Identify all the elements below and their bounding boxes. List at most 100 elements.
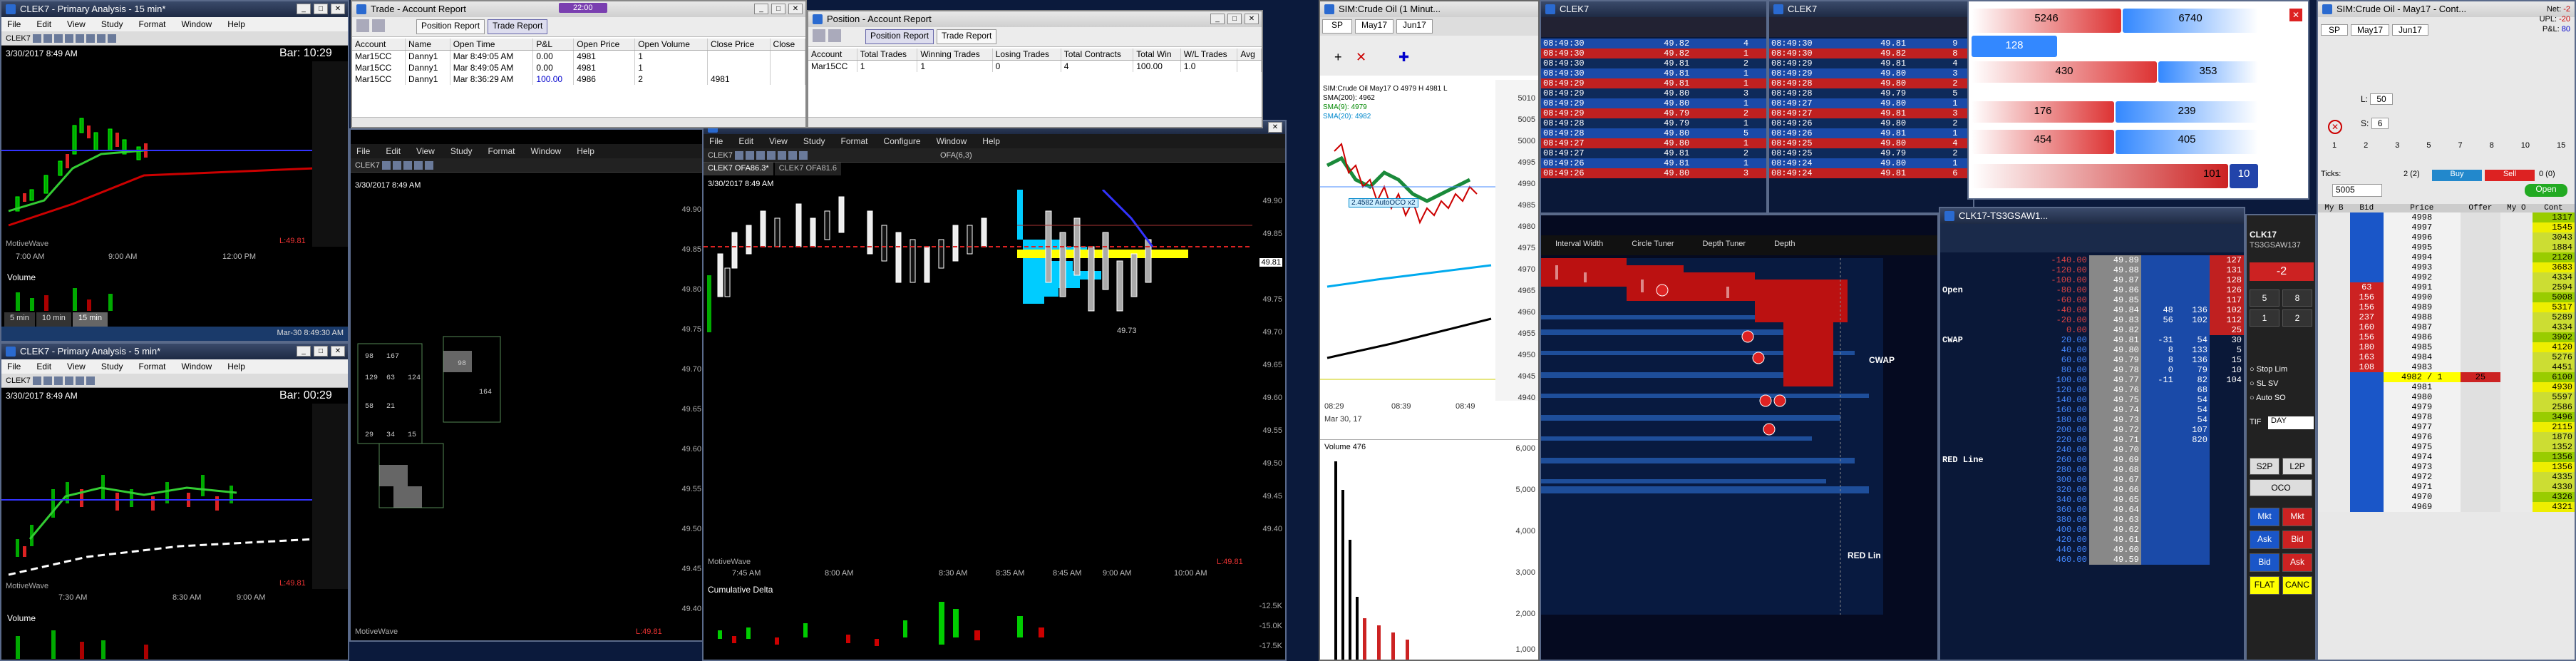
column-header[interactable]: Close Price	[707, 39, 771, 51]
column-header[interactable]: Open Time	[450, 39, 534, 51]
ladder-cell[interactable]: 3496	[2532, 412, 2575, 422]
footprint-chart[interactable]: 98 167 129 63 124 98 164 58 21 29 34 15	[351, 194, 671, 622]
dom-row[interactable]: 220.00 49.71 820	[1940, 435, 2244, 445]
delete-icon[interactable]: ✕	[1356, 50, 1366, 65]
ladder-cell[interactable]	[2349, 372, 2384, 382]
ladder-cell[interactable]	[2500, 222, 2533, 232]
ladder-cell[interactable]: 4970	[2383, 492, 2461, 502]
column-header[interactable]: Avg	[1237, 48, 1262, 61]
ladder-row[interactable]: 4994 2120	[2318, 252, 2575, 262]
menu-file[interactable]: File	[356, 144, 370, 158]
ladder-cell[interactable]: 1352	[2532, 442, 2575, 452]
ladder-row[interactable]: 4980 5597	[2318, 392, 2575, 402]
dom-row[interactable]: 140.00 49.75 54	[1940, 395, 2244, 405]
ladder-cell[interactable]	[2460, 212, 2500, 222]
menu-edit[interactable]: Edit	[738, 134, 753, 148]
ladder-cell[interactable]	[2500, 412, 2533, 422]
tab-15min[interactable]: 15 min	[72, 312, 108, 327]
ladder-cell[interactable]: 4987	[2383, 322, 2461, 332]
ladder-row[interactable]: 108 4983 4451	[2318, 362, 2575, 372]
dom-row[interactable]: 280.00 49.68	[1940, 465, 2244, 475]
ladder-cell[interactable]	[2460, 382, 2500, 392]
ladder-cell[interactable]	[2500, 442, 2533, 452]
tif-select[interactable]: DAY	[2268, 416, 2314, 429]
ladder-cell[interactable]	[2349, 262, 2384, 272]
symbol-field[interactable]: SP	[1322, 19, 1353, 34]
ladder-cell[interactable]	[2318, 462, 2350, 472]
ladder-row[interactable]: 4973 1356	[2318, 462, 2575, 472]
ladder-cell[interactable]: 1884	[2532, 242, 2575, 252]
ladder-cell[interactable]: 180	[2349, 342, 2384, 352]
ladder-cell[interactable]: 6100	[2532, 372, 2575, 382]
sell-market-button[interactable]: Mkt	[2282, 508, 2312, 526]
symbol-field[interactable]: SP	[2321, 24, 2349, 36]
tool-icon[interactable]	[413, 161, 423, 170]
dom-row[interactable]: 400.00 49.62	[1940, 525, 2244, 535]
tool-icon[interactable]	[381, 161, 391, 170]
ladder-cell[interactable]: 3902	[2532, 332, 2575, 342]
ladder-cell[interactable]	[2318, 362, 2350, 372]
menu-view[interactable]: View	[769, 134, 788, 148]
qty-preset[interactable]: 7	[2458, 141, 2463, 150]
ladder-cell[interactable]: 2594	[2532, 282, 2575, 292]
dom-row[interactable]: -140.00 49.89 127	[1940, 255, 2244, 265]
export-icon[interactable]	[372, 19, 385, 32]
ladder-cell[interactable]	[2349, 482, 2384, 492]
ladder-cell[interactable]	[2460, 292, 2500, 302]
menu-study[interactable]: Study	[101, 17, 123, 31]
dom-row[interactable]: RED Line 260.00 49.69	[1940, 455, 2244, 465]
dom-row[interactable]: 60.00 49.79 8 136 15	[1940, 355, 2244, 365]
ladder-cell[interactable]	[2460, 362, 2500, 372]
ladder-cell[interactable]	[2318, 402, 2350, 412]
tool-icon[interactable]	[64, 34, 73, 43]
dom-row[interactable]: 460.00 49.59	[1940, 555, 2244, 565]
ladder-row[interactable]: 180 4985 4120	[2318, 342, 2575, 352]
close-button[interactable]: ✕	[788, 4, 803, 14]
ladder-cell[interactable]	[2318, 352, 2350, 362]
radio-sl[interactable]: ○	[2250, 379, 2255, 388]
ladder-cell[interactable]: 4985	[2383, 342, 2461, 352]
tool-icon[interactable]	[43, 376, 52, 385]
tab-position-report[interactable]: Position Report	[865, 29, 934, 44]
print-icon[interactable]	[813, 29, 825, 42]
ladder-row[interactable]: 4982 / 1 25 6100	[2318, 372, 2575, 382]
dom-row[interactable]: 420.00 49.61	[1940, 535, 2244, 545]
ladder-cell[interactable]: 4982 / 1	[2383, 372, 2461, 382]
ladder-cell[interactable]	[2318, 222, 2350, 232]
ladder-cell[interactable]	[2349, 452, 2384, 462]
interval-width-control[interactable]: Interval Width	[1555, 240, 1603, 251]
ladder-cell[interactable]	[2318, 432, 2350, 442]
ladder-cell[interactable]	[2460, 422, 2500, 432]
ladder-cell[interactable]: 4978	[2383, 412, 2461, 422]
ladder-cell[interactable]	[2349, 402, 2384, 412]
ladder-cell[interactable]: 3043	[2532, 232, 2575, 242]
oco-button[interactable]: OCO	[2250, 479, 2312, 496]
ladder-cell[interactable]: 5597	[2532, 392, 2575, 402]
buy-ask-button[interactable]: Ask	[2250, 531, 2279, 549]
menu-window[interactable]: Window	[531, 144, 562, 158]
ladder-cell[interactable]	[2318, 312, 2350, 322]
s2p-button[interactable]: S2P	[2250, 458, 2279, 475]
tool-icon[interactable]	[403, 161, 412, 170]
title-bar[interactable]: SIM:Crude Oil - May17 - Cont...	[2318, 1, 2575, 17]
ladder-row[interactable]: 4992 4334	[2318, 272, 2575, 282]
qty-preset[interactable]: 15	[2557, 141, 2565, 150]
column-header[interactable]: Account	[352, 39, 406, 51]
ladder-cell[interactable]	[2500, 472, 2533, 482]
ladder-cell[interactable]	[2318, 302, 2350, 312]
ladder-cell[interactable]	[2460, 452, 2500, 462]
symbol-field[interactable]: CLEK7	[708, 151, 733, 160]
ladder-cell[interactable]	[2349, 392, 2384, 402]
tool-icon[interactable]	[43, 34, 52, 43]
ladder-cell[interactable]: 4974	[2383, 452, 2461, 462]
ladder-cell[interactable]: 156	[2349, 292, 2384, 302]
tool-icon[interactable]	[86, 34, 95, 43]
title-bar[interactable]: Position - Account Report _ □ ✕	[808, 11, 1262, 27]
tab-5min[interactable]: 5 min	[4, 312, 35, 327]
ladder-cell[interactable]	[2500, 292, 2533, 302]
ladder-row[interactable]: 156 4990 5008	[2318, 292, 2575, 302]
tool-icon[interactable]	[766, 151, 776, 160]
ladder-cell[interactable]	[2349, 462, 2384, 472]
menu-edit[interactable]: Edit	[386, 144, 401, 158]
ladder-cell[interactable]	[2460, 342, 2500, 352]
